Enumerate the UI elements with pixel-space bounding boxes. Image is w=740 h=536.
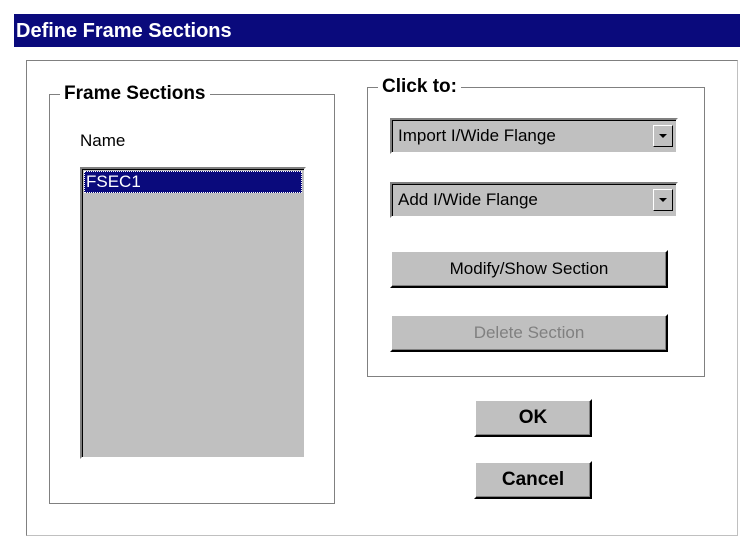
import-dropdown-arrow[interactable] (653, 125, 673, 147)
dialog-client-area: Frame Sections Name FSEC1 Click to: Impo… (26, 60, 738, 536)
import-section-dropdown[interactable]: Import I/Wide Flange (390, 118, 678, 154)
add-section-dropdown[interactable]: Add I/Wide Flange (390, 182, 678, 218)
delete-section-button[interactable]: Delete Section (390, 314, 668, 352)
ok-button[interactable]: OK (474, 399, 592, 437)
frame-sections-listbox[interactable]: FSEC1 (80, 167, 306, 459)
frame-sections-group-label: Frame Sections (60, 83, 210, 105)
chevron-down-icon (659, 134, 667, 138)
add-dropdown-arrow[interactable] (653, 189, 673, 211)
cancel-button[interactable]: Cancel (474, 461, 592, 499)
click-to-group-label: Click to: (378, 76, 461, 98)
dialog-title: Define Frame Sections (16, 20, 232, 42)
chevron-down-icon (659, 198, 667, 202)
name-column-label: Name (80, 131, 126, 150)
click-to-group: Click to: Import I/Wide Flange Add I/Wid… (367, 76, 705, 377)
list-item-fsec1[interactable]: FSEC1 (84, 171, 302, 193)
modify-show-section-button[interactable]: Modify/Show Section (390, 250, 668, 288)
title-bar[interactable]: Define Frame Sections (14, 14, 740, 47)
define-frame-sections-dialog: Define Frame Sections Frame Sections Nam… (14, 10, 740, 536)
import-section-value: Import I/Wide Flange (398, 126, 556, 145)
add-section-value: Add I/Wide Flange (398, 190, 538, 209)
frame-sections-group: Frame Sections Name FSEC1 (49, 83, 335, 504)
